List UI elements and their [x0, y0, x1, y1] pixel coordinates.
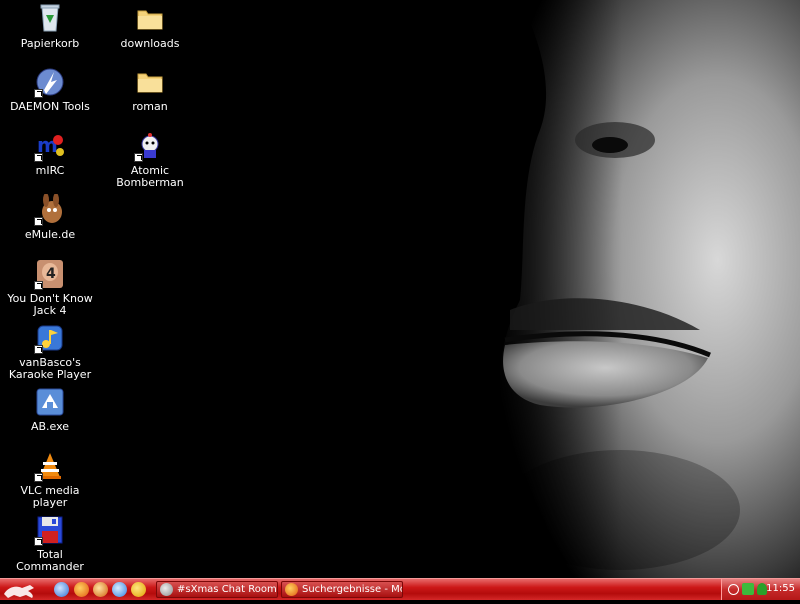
desktop-icon-daemon-tools[interactable]: DAEMON Tools — [5, 66, 95, 113]
vlc-icon — [34, 450, 66, 482]
daemon-tools-icon — [34, 66, 66, 98]
desktop-icon-downloads[interactable]: downloads — [105, 3, 195, 50]
desktop-icon-roman[interactable]: roman — [105, 66, 195, 113]
recycle-bin-icon — [34, 3, 66, 35]
start-button[interactable] — [0, 579, 44, 600]
quicklaunch-messenger-icon[interactable] — [131, 582, 146, 597]
task-label: #sXmas Chat Room (... — [177, 584, 277, 595]
desktop-icon-mirc[interactable]: m mIRC — [5, 130, 95, 177]
quicklaunch-firefox-icon[interactable] — [74, 582, 89, 597]
ab-exe-icon — [34, 386, 66, 418]
start-logo-icon — [4, 585, 34, 598]
desktop-icon-emule[interactable]: eMule.de — [5, 193, 95, 241]
desktop-icon-label: AB.exe — [30, 420, 70, 433]
desktop-icon-label: vanBasco's Karaoke Player — [8, 356, 92, 381]
desktop-icon-label: downloads — [120, 37, 180, 50]
taskbar-button-chat-room[interactable]: #sXmas Chat Room (... — [156, 581, 278, 598]
taskbar: #sXmas Chat Room (... Suchergebnisse - M… — [0, 578, 800, 600]
tray-expand-icon[interactable] — [728, 584, 739, 595]
desktop-icon-total-commander[interactable]: Total Commander — [5, 514, 95, 573]
task-label: Suchergebnisse - Moz... — [302, 584, 402, 595]
desktop-icon-atomic-bomberman[interactable]: Atomic Bomberman — [105, 130, 195, 189]
mirc-icon: m — [34, 130, 66, 162]
desktop-icon-label: roman — [132, 100, 168, 113]
desktop-icon-label: DAEMON Tools — [10, 100, 90, 113]
chat-icon — [160, 583, 173, 596]
firefox-icon — [285, 583, 298, 596]
desktop-icon-papierkorb[interactable]: Papierkorb — [5, 3, 95, 50]
desktop-icon-label: You Don't Know Jack 4 — [7, 292, 93, 317]
quicklaunch-browser-icon[interactable] — [112, 582, 127, 597]
quicklaunch-desktop-icon[interactable] — [54, 582, 69, 597]
folder-icon — [134, 3, 166, 35]
folder-icon — [134, 66, 166, 98]
desktop-icon-label: Papierkorb — [20, 37, 80, 50]
total-commander-icon — [34, 514, 66, 546]
tray-network-icon[interactable] — [742, 583, 754, 595]
desktop-icon-vlc[interactable]: VLC media player — [5, 450, 95, 509]
quicklaunch-media-icon[interactable] — [93, 582, 108, 597]
bomberman-icon — [134, 130, 166, 162]
karaoke-icon — [34, 322, 66, 354]
svg-text:4: 4 — [46, 266, 56, 282]
emule-icon — [34, 193, 66, 226]
desktop-icon-label: Total Commander — [16, 548, 84, 573]
desktop-icon-label: Atomic Bomberman — [116, 164, 184, 189]
desktop-icon-label: mIRC — [35, 164, 65, 177]
ydkj-icon: 4 — [34, 258, 66, 290]
desktop-icon-ab-exe[interactable]: AB.exe — [5, 386, 95, 433]
desktop-icon-ydkj4[interactable]: 4 You Don't Know Jack 4 — [5, 258, 95, 317]
desktop-icon-label: VLC media player — [20, 484, 80, 509]
desktop-icon-vanbasco[interactable]: vanBasco's Karaoke Player — [5, 322, 95, 381]
taskbar-button-firefox[interactable]: Suchergebnisse - Moz... — [281, 581, 403, 598]
desktop-icon-label: eMule.de — [24, 228, 76, 241]
system-tray: 11:55 — [721, 579, 800, 600]
clock[interactable]: 11:55 — [766, 583, 795, 594]
